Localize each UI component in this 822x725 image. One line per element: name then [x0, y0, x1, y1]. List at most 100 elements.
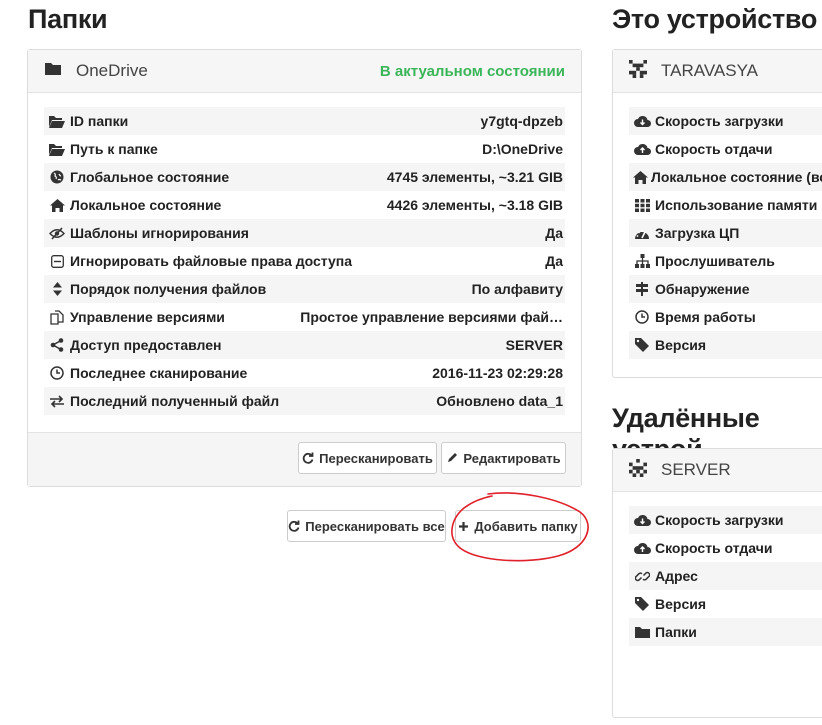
detail-row: Обнаружение: [629, 275, 822, 303]
folder-panel-header[interactable]: OneDrive В актуальном состоянии: [28, 50, 581, 93]
folder-status: В актуальном состоянии: [379, 62, 565, 80]
device-identicon: [629, 59, 647, 83]
detail-row: Использование памяти: [629, 191, 822, 219]
this-device-panel: TARAVASYA Скорость загрузки Скорость отда…: [612, 49, 822, 378]
folder-icon: [631, 626, 653, 638]
detail-row: Последний полученный файл Обновлено data_…: [44, 387, 565, 415]
clock-icon: [631, 310, 653, 324]
folder-details: ID папки y7gtq-dpzeb Путь к папке D:\OneDri…: [28, 93, 581, 415]
detail-row: Скорость загрузки: [629, 506, 822, 534]
detail-row: Версия: [629, 331, 822, 359]
detail-row: Версия: [629, 590, 822, 618]
detail-label: Время работы: [655, 309, 756, 325]
detail-row: Путь к папке D:\OneDrive: [44, 135, 565, 163]
detail-label: Игнорировать файловые права доступа: [70, 253, 353, 269]
home-icon: [46, 198, 68, 212]
remote-device-header[interactable]: SERVER: [613, 449, 822, 492]
detail-value: Обновлено data_1: [436, 393, 563, 409]
detail-label: Загрузка ЦП: [655, 225, 740, 241]
detail-value: Простое управление версиями фай…: [300, 309, 563, 325]
detail-value: y7gtq-dpzeb: [480, 113, 563, 129]
detail-label: Доступ предоставлен: [70, 337, 222, 353]
detail-value: 4426 элементы, ~3.18 GIB: [386, 197, 563, 213]
cloud-upload-icon: [631, 542, 653, 555]
detail-row: Локальное состояние 4426 элементы, ~3.18 …: [44, 191, 565, 219]
folder-name: OneDrive: [76, 61, 148, 80]
detail-label: Последнее сканирование: [70, 365, 248, 381]
detail-value: SERVER: [505, 337, 563, 353]
detail-row: Прослушиватель: [629, 247, 822, 275]
detail-row: Последнее сканирование 2016-11-23 02:29:2…: [44, 359, 565, 387]
detail-row: Порядок получения файлов По алфавиту: [44, 275, 565, 303]
remote-device-name: SERVER: [661, 460, 731, 479]
sitemap-icon: [631, 254, 653, 268]
detail-label: Последний полученный файл: [70, 393, 280, 409]
folder-panel: OneDrive В актуальном состоянии ID папки…: [27, 49, 582, 487]
clock-icon: [46, 366, 68, 380]
tag-icon: [631, 597, 653, 611]
detail-label: Адрес: [655, 568, 698, 584]
detail-value: Да: [545, 253, 563, 269]
cloud-download-icon: [631, 115, 653, 128]
edit-label: Редактировать: [463, 450, 561, 466]
detail-label: Путь к папке: [70, 141, 158, 157]
detail-label: Локальное состояние: [70, 197, 222, 213]
dashboard-icon: [631, 227, 653, 240]
detail-row: Загрузка ЦП: [629, 219, 822, 247]
edit-button[interactable]: Редактировать: [441, 442, 566, 474]
rescan-label: Пересканировать: [319, 450, 433, 466]
detail-row: Локальное состояние (вс: [629, 163, 822, 191]
remote-device-details: Скорость загрузки Скорость отдачи Адрес Вер…: [613, 492, 822, 646]
detail-row: ID папки y7gtq-dpzeb: [44, 107, 565, 135]
detail-value: По алфавиту: [471, 281, 563, 297]
detail-row: Адрес: [629, 562, 822, 590]
detail-label: Управление версиями: [70, 309, 225, 325]
detail-value: 2016-11-23 02:29:28: [432, 365, 563, 381]
this-device-header[interactable]: TARAVASYA: [613, 50, 822, 93]
annotation-circle: [451, 492, 589, 562]
detail-row: Папки: [629, 618, 822, 646]
detail-label: Локальное состояние (вс: [651, 169, 822, 185]
detail-value: D:\OneDrive: [482, 141, 563, 157]
remote-device-panel: SERVER Скорость загрузки Скорость отдачи А…: [612, 448, 822, 718]
detail-row: Глобальное состояние 4745 элементы, ~3.21…: [44, 163, 565, 191]
detail-row: Управление версиями Простое управление ве…: [44, 303, 565, 331]
folder-open-icon: [46, 115, 68, 128]
rescan-all-label: Пересканировать все: [305, 518, 445, 534]
detail-row: Скорость загрузки: [629, 107, 822, 135]
detail-label: Глобальное состояние: [70, 169, 230, 185]
detail-label: Скорость загрузки: [655, 113, 784, 129]
detail-label: Шаблоны игнорирования: [70, 225, 249, 241]
globe-icon: [46, 170, 68, 184]
folder-panel-footer: Пересканировать Редактировать: [28, 432, 581, 486]
folder-icon: [44, 61, 62, 81]
detail-row: Шаблоны игнорирования Да: [44, 219, 565, 247]
rescan-button[interactable]: Пересканировать: [298, 442, 437, 474]
detail-label: Обнаружение: [655, 281, 750, 297]
signpost-icon: [631, 282, 653, 296]
minus-square-icon: [46, 254, 68, 268]
detail-row: Скорость отдачи: [629, 534, 822, 562]
detail-label: Использование памяти: [655, 197, 818, 213]
this-device-name: TARAVASYA: [661, 61, 758, 80]
detail-row: Скорость отдачи: [629, 135, 822, 163]
this-device-details: Скорость загрузки Скорость отдачи Локально…: [613, 93, 822, 359]
detail-label: Папки: [655, 624, 697, 640]
device-identicon: [629, 458, 647, 482]
cloud-upload-icon: [631, 143, 653, 156]
refresh-icon: [289, 520, 300, 532]
detail-label: Версия: [655, 596, 707, 612]
th-icon: [631, 198, 653, 212]
link-icon: [631, 569, 653, 584]
this-device-heading: Это устройство: [612, 4, 818, 34]
detail-row: Игнорировать файловые права доступа Да: [44, 247, 565, 275]
tag-icon: [631, 338, 653, 352]
detail-row: Доступ предоставлен SERVER: [44, 331, 565, 359]
rescan-all-button[interactable]: Пересканировать все: [287, 510, 446, 542]
home-icon: [631, 170, 649, 184]
refresh-icon: [302, 452, 314, 464]
detail-value: 4745 элементы, ~3.21 GIB: [386, 169, 563, 185]
detail-label: Прослушиватель: [655, 253, 775, 269]
copy-icon: [46, 309, 68, 325]
detail-row: Время работы: [629, 303, 822, 331]
